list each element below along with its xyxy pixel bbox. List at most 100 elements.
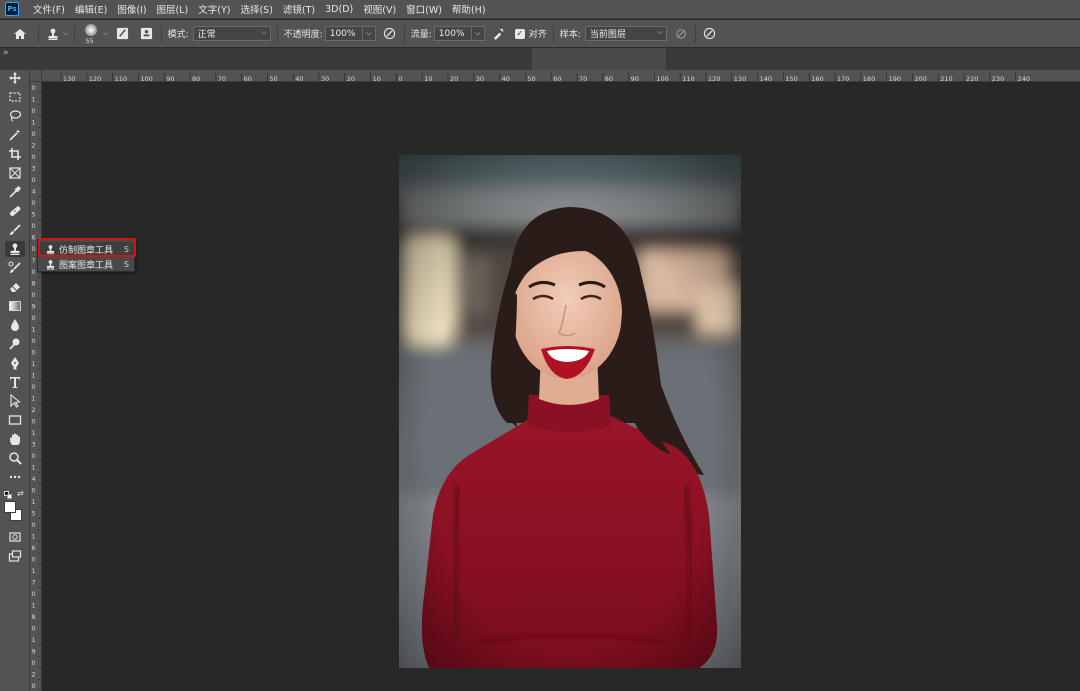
sample-label: 样本: bbox=[559, 30, 581, 40]
flyout-item-pattern-stamp[interactable]: 图案图章工具 S bbox=[38, 257, 136, 272]
flow-label: 流量: bbox=[410, 30, 432, 40]
ruler-tick-label: 0 bbox=[32, 659, 36, 667]
path-selection-tool-icon[interactable] bbox=[5, 393, 25, 409]
ruler-tick-label: 40 bbox=[295, 75, 303, 82]
ruler-tick-label: 6 bbox=[32, 544, 36, 552]
type-tool-icon[interactable] bbox=[5, 374, 25, 390]
ps-logo-icon[interactable]: Ps bbox=[5, 2, 19, 16]
ruler-tick-label: 40 bbox=[502, 75, 510, 82]
preset-chevron-down-icon[interactable]: ⌵ bbox=[63, 29, 68, 38]
eyedropper-tool-icon[interactable] bbox=[5, 184, 25, 200]
ruler-tick-label: 30 bbox=[476, 75, 484, 82]
home-icon[interactable] bbox=[12, 26, 28, 42]
swap-colors-icon[interactable]: ⇄ bbox=[17, 489, 24, 498]
ruler-corner[interactable] bbox=[30, 70, 42, 82]
gradient-tool-icon[interactable] bbox=[5, 298, 25, 314]
menu-filter[interactable]: 滤镜(T) bbox=[283, 2, 315, 16]
ruler-tick-label: 1 bbox=[32, 429, 36, 437]
eraser-tool-icon[interactable] bbox=[5, 279, 25, 295]
default-colors-icon[interactable] bbox=[4, 491, 12, 499]
ruler-tick-label: 8 bbox=[32, 613, 36, 621]
document-tab[interactable] bbox=[532, 48, 666, 70]
ruler-tick-label: 130 bbox=[63, 75, 75, 82]
clone-stamp-tool-icon[interactable] bbox=[5, 241, 25, 257]
expand-arrows-icon[interactable]: » bbox=[3, 48, 9, 58]
dodge-tool-icon[interactable] bbox=[5, 336, 25, 352]
brush-settings-icon[interactable] bbox=[115, 26, 131, 42]
healing-brush-tool-icon[interactable] bbox=[5, 203, 25, 219]
frame-tool-icon[interactable] bbox=[5, 165, 25, 181]
quick-mask-icon[interactable] bbox=[5, 529, 25, 545]
menu-select[interactable]: 选择(S) bbox=[240, 2, 272, 16]
pressure-opacity-icon[interactable] bbox=[382, 26, 398, 42]
photoshop-window: Ps 文件(F) 编辑(E) 图像(I) 图层(L) 文字(Y) 选择(S) 滤… bbox=[0, 0, 1080, 691]
aligned-checkbox[interactable]: ✓ 对齐 bbox=[514, 27, 547, 40]
ruler-tick-label: 6 bbox=[32, 234, 36, 242]
ruler-tick-label: 1 bbox=[32, 464, 36, 472]
ruler-tick-label: 7 bbox=[32, 579, 36, 587]
pressure-size-icon[interactable] bbox=[702, 26, 718, 42]
brush-preset-picker[interactable]: 55 bbox=[81, 22, 101, 46]
menu-file[interactable]: 文件(F) bbox=[33, 2, 65, 16]
mode-select[interactable]: 正常 ⌵ bbox=[192, 26, 271, 41]
ruler-tick-label: 130 bbox=[734, 75, 746, 82]
ruler-tick-label: 180 bbox=[863, 75, 875, 82]
ruler-tick-label: 1 bbox=[32, 533, 36, 541]
ruler-tick-label: 2 bbox=[32, 406, 36, 414]
menu-help[interactable]: 帮助(H) bbox=[452, 2, 486, 16]
ruler-tick-label: 4 bbox=[32, 188, 36, 196]
vertical-ruler[interactable]: 0 1 0 1 0 2 0 3 0 4 0 5 0 6 0 7 0 8 0 9 0 1 0 0 1 1 0 1 2 0 1 3 0 1 4 0 1 5 0 1… bbox=[30, 82, 42, 691]
history-brush-tool-icon[interactable] bbox=[5, 260, 25, 276]
clone-source-icon[interactable] bbox=[139, 26, 155, 42]
rectangle-tool-icon[interactable] bbox=[5, 412, 25, 428]
ruler-tick-label: 50 bbox=[527, 75, 535, 82]
crop-tool-icon[interactable] bbox=[5, 146, 25, 162]
menu-window[interactable]: 窗口(W) bbox=[406, 2, 442, 16]
lasso-tool-icon[interactable] bbox=[5, 108, 25, 124]
ignore-adjustment-layers-icon[interactable] bbox=[673, 26, 689, 42]
opacity-dropdown-button[interactable]: ⌵ bbox=[362, 26, 376, 41]
blur-tool-icon[interactable] bbox=[5, 317, 25, 333]
ruler-tick-label: 60 bbox=[244, 75, 252, 82]
vertical-ruler-ticks: 0 1 0 1 0 2 0 3 0 4 0 5 0 6 0 7 0 8 0 9 0 1 0 0 1 1 0 1 2 0 1 3 0 1 4 0 1 5 0 1… bbox=[32, 84, 41, 691]
ruler-tick-label: 230 bbox=[992, 75, 1004, 82]
marquee-tool-icon[interactable] bbox=[5, 89, 25, 105]
ruler-tick-label: 1 bbox=[32, 360, 36, 368]
menu-type[interactable]: 文字(Y) bbox=[198, 2, 230, 16]
ruler-tick-label: 190 bbox=[889, 75, 901, 82]
hand-tool-icon[interactable] bbox=[5, 431, 25, 447]
horizontal-ruler[interactable]: 130 120 110 100 90 80 70 60 50 40 30 20 10 0 10 20 30 40 5… bbox=[42, 70, 1080, 82]
sample-select[interactable]: 当前图层 ⌵ bbox=[584, 26, 667, 41]
menu-layer[interactable]: 图层(L) bbox=[157, 2, 189, 16]
airbrush-icon[interactable] bbox=[491, 26, 507, 42]
brush-tool-icon[interactable] bbox=[5, 222, 25, 238]
menu-view[interactable]: 视图(V) bbox=[363, 2, 396, 16]
highlight-annotation-box bbox=[38, 238, 136, 257]
zoom-tool-icon[interactable] bbox=[5, 450, 25, 466]
menu-image[interactable]: 图像(I) bbox=[117, 2, 146, 16]
ruler-tick-label: 4 bbox=[32, 475, 36, 483]
ruler-tick-label: 110 bbox=[682, 75, 694, 82]
flow-input[interactable]: 100% bbox=[433, 26, 472, 41]
move-tool-icon[interactable] bbox=[5, 70, 25, 86]
opacity-input[interactable]: 100% bbox=[324, 26, 363, 41]
foreground-color-swatch[interactable] bbox=[4, 501, 16, 513]
menu-3d[interactable]: 3D(D) bbox=[325, 4, 353, 15]
ruler-tick-label: 120 bbox=[89, 75, 101, 82]
ruler-tick-label: 70 bbox=[218, 75, 226, 82]
flyout-item-label: 图案图章工具 bbox=[59, 261, 114, 271]
flow-dropdown-button[interactable]: ⌵ bbox=[471, 26, 485, 41]
color-swatches bbox=[4, 501, 24, 525]
brush-chevron-down-icon[interactable]: ⌵ bbox=[103, 29, 108, 38]
screen-mode-icon[interactable] bbox=[5, 548, 25, 564]
ruler-tick-label: 0 bbox=[32, 291, 36, 299]
magic-wand-tool-icon[interactable] bbox=[5, 127, 25, 143]
document-photo[interactable] bbox=[399, 155, 741, 668]
ruler-tick-label: 1 bbox=[32, 96, 36, 104]
ruler-tick-label: 0 bbox=[32, 452, 36, 460]
menu-edit[interactable]: 编辑(E) bbox=[75, 2, 107, 16]
pen-tool-icon[interactable] bbox=[5, 355, 25, 371]
ruler-tick-label: 100 bbox=[140, 75, 152, 82]
clone-stamp-preset-icon[interactable] bbox=[45, 26, 61, 42]
more-tools-icon[interactable] bbox=[5, 469, 25, 485]
